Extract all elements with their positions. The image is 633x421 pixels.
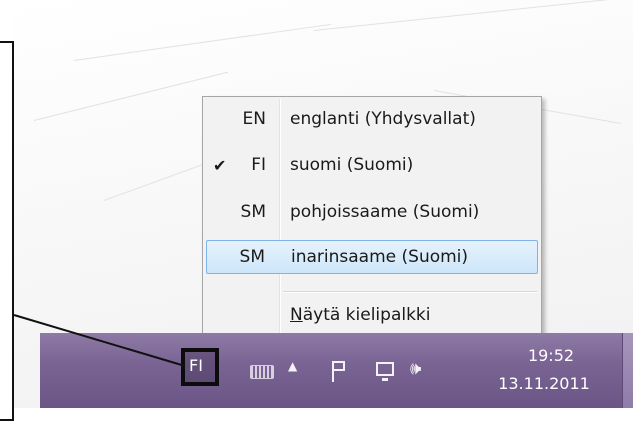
callout-pointer-line [13, 314, 186, 367]
